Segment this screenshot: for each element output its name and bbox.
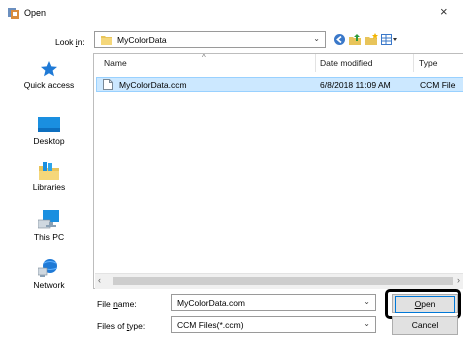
horizontal-scrollbar[interactable]: ‹ › <box>95 273 463 289</box>
column-header-type[interactable]: Type <box>419 58 437 68</box>
this-pc-icon <box>37 210 59 229</box>
open-dialog: Open × Look in: MyColorData ⌄ Quick acce… <box>0 0 463 340</box>
place-this-pc[interactable]: This PC <box>14 210 84 242</box>
place-label: Quick access <box>23 80 75 90</box>
chevron-down-icon: ⌄ <box>313 34 320 43</box>
file-type-label: Files of type: <box>97 321 146 331</box>
file-name-cell: MyColorData.ccm <box>119 80 187 90</box>
column-separator[interactable] <box>413 54 414 72</box>
place-label: Libraries <box>32 182 66 192</box>
sort-ascending-icon: ^ <box>202 53 206 62</box>
place-desktop[interactable]: Desktop <box>14 116 84 146</box>
column-header-date-modified[interactable]: Date modified <box>320 58 372 68</box>
desktop-icon <box>38 117 60 132</box>
chevron-down-icon[interactable]: ⌄ <box>363 297 370 306</box>
file-name-label: File name: <box>97 299 137 309</box>
file-type-dropdown[interactable]: CCM Files(*.ccm) ⌄ <box>171 316 376 333</box>
network-icon <box>37 259 58 277</box>
file-name-value: MyColorData.com <box>177 298 246 308</box>
scroll-left-icon[interactable]: ‹ <box>98 275 101 285</box>
place-libraries[interactable]: Libraries <box>14 162 84 192</box>
cancel-button[interactable]: Cancel <box>392 316 458 335</box>
dialog-title: Open <box>24 8 47 18</box>
scrollbar-thumb[interactable] <box>113 277 453 285</box>
place-label: Desktop <box>33 136 65 146</box>
place-label: Network <box>33 280 65 290</box>
place-label: This PC <box>33 232 65 242</box>
file-type-cell: CCM File <box>420 80 456 90</box>
column-separator[interactable] <box>315 54 316 72</box>
chevron-down-icon: ⌄ <box>363 319 370 328</box>
title-bar: Open × <box>0 0 463 26</box>
folder-icon <box>101 36 112 45</box>
file-name-field[interactable]: MyColorData.com ⌄ <box>171 294 376 311</box>
app-icon <box>8 8 19 19</box>
look-in-dropdown[interactable]: MyColorData ⌄ <box>94 31 326 48</box>
column-header-name[interactable]: Name <box>104 58 127 68</box>
file-list[interactable]: Name ^ Date modified Type MyColorData.cc… <box>93 53 463 289</box>
look-in-label: Look in: <box>55 37 85 47</box>
place-network[interactable]: Network <box>14 258 84 290</box>
new-folder-icon[interactable] <box>365 33 378 46</box>
open-button-label: Open <box>395 296 455 313</box>
place-quick-access[interactable]: Quick access <box>14 60 84 90</box>
look-in-value: MyColorData <box>117 35 167 45</box>
open-button[interactable]: Open <box>392 294 458 313</box>
back-icon[interactable] <box>333 33 346 46</box>
scroll-right-icon[interactable]: › <box>457 275 460 285</box>
file-row[interactable]: MyColorData.ccm 6/8/2018 11:09 AM CCM Fi… <box>96 77 463 92</box>
up-folder-icon[interactable] <box>349 33 362 46</box>
file-type-value: CCM Files(*.ccm) <box>177 320 244 330</box>
file-icon <box>103 79 113 90</box>
file-date-cell: 6/8/2018 11:09 AM <box>320 80 391 90</box>
quick-access-icon <box>41 61 57 77</box>
libraries-icon <box>39 162 59 180</box>
close-icon[interactable]: × <box>440 5 448 18</box>
view-menu-icon[interactable] <box>381 33 398 46</box>
